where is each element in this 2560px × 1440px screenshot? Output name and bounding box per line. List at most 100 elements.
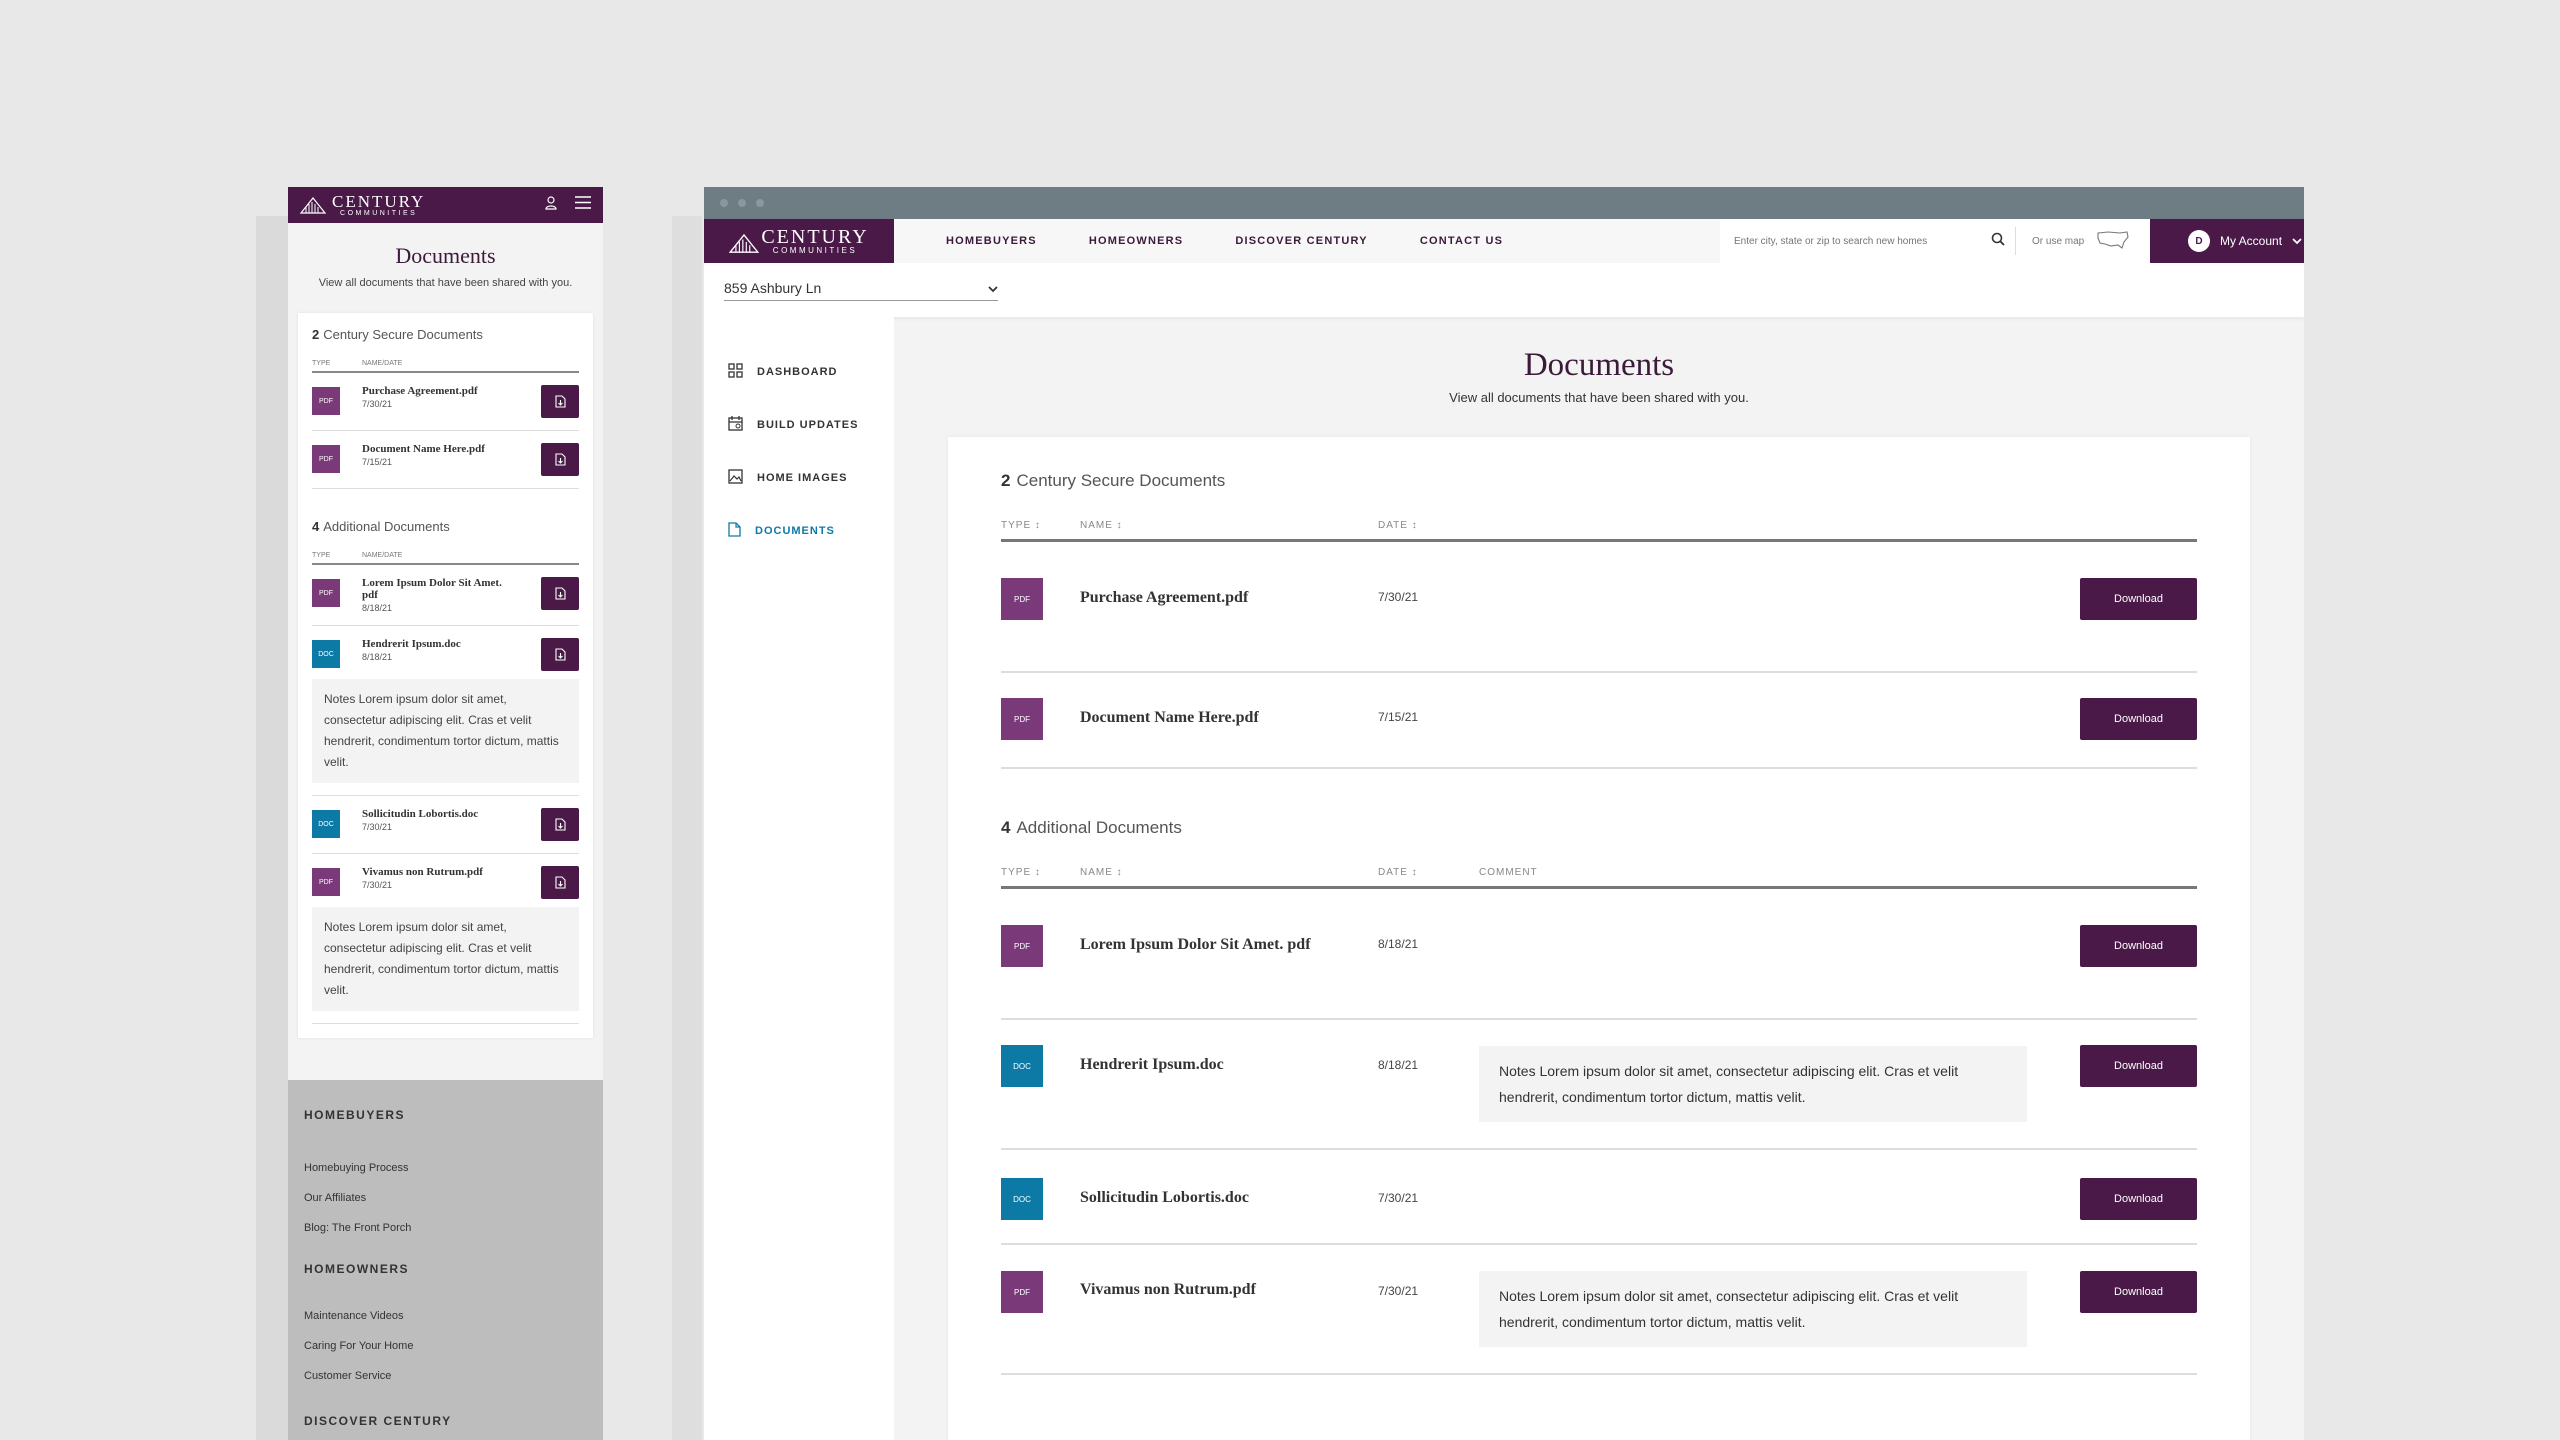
table-header: TYPE NAME/DATE [312,360,579,373]
main-nav-links: HOMEBUYERS HOMEOWNERS DISCOVER CENTURY C… [894,219,1720,263]
pdf-icon: PDF [1001,698,1043,740]
download-button[interactable] [541,808,579,842]
col-type[interactable]: TYPE ↕ [1001,867,1080,878]
document-name[interactable]: Sollicitudin Lobortis.doc [1080,1189,1378,1207]
document-date: 7/30/21 [362,399,393,410]
download-button[interactable] [541,443,579,476]
century-logo-icon [300,196,326,214]
sidebar-item-dashboard[interactable]: DASHBOARD [704,345,894,398]
download-button[interactable]: Download [2080,1178,2197,1220]
sidebar-item-label: DASHBOARD [757,365,838,378]
document-name[interactable]: Lorem Ipsum Dolor Sit Amet. pdf [1080,936,1378,954]
page-title: Documents [395,243,496,268]
logo-subtext: COMMUNITIES [772,246,858,255]
sidebar-item-home-images[interactable]: HOME IMAGES [704,451,894,504]
document-name[interactable]: Sollicitudin Lobortis.doc [362,808,502,820]
document-name[interactable]: Vivamus non Rutrum.pdf [362,866,502,878]
download-button[interactable] [541,638,579,672]
footer-heading-homebuyers: HOMEBUYERS [304,1108,406,1122]
footer-link[interactable]: Homebuying Process [304,1162,587,1174]
sidebar-item-build-updates[interactable]: BUILD UPDATES [704,398,894,451]
download-button[interactable]: Download [2080,578,2197,620]
col-name[interactable]: NAME ↕ [1080,520,1378,531]
footer-link[interactable]: Maintenance Videos [304,1310,587,1322]
mobile-header: CENTURY COMMUNITIES [288,187,603,223]
document-row: PDF Purchase Agreement.pdf 7/30/21 Downl… [1001,578,2197,673]
hamburger-menu-icon[interactable] [575,196,591,214]
document-date: 7/30/21 [1378,590,1419,604]
logo-subtext: COMMUNITIES [340,210,418,217]
sidebar-item-label: HOME IMAGES [757,471,848,484]
footer-link[interactable]: Caring For Your Home [304,1340,587,1352]
document-note: Notes Lorem ipsum dolor sit amet, consec… [312,907,579,1012]
us-map-icon [2096,229,2130,254]
document-name[interactable]: Hendrerit Ipsum.doc [362,638,502,650]
document-row: DOC Sollicitudin Lobortis.doc 7/30/21 [312,796,579,855]
century-logo[interactable]: CENTURY COMMUNITIES [704,219,894,263]
document-name[interactable]: Document Name Here.pdf [362,443,502,455]
document-name[interactable]: Document Name Here.pdf [1080,709,1378,727]
download-file-icon [554,453,566,466]
logo-wordmark: CENTURY [332,192,426,211]
col-date[interactable]: DATE ↕ [1378,520,1479,531]
address-select[interactable]: 859 Ashbury Ln [724,280,998,301]
documents-card: 2 Century Secure Documents TYPE NAME/DATE… [298,313,593,1039]
document-name[interactable]: Vivamus non Rutrum.pdf [1080,1281,1378,1299]
map-search[interactable]: Or use map [2015,227,2150,255]
nav-contact-us[interactable]: CONTACT US [1420,235,1503,247]
document-note: Notes Lorem ipsum dolor sit amet, consec… [312,679,579,784]
sidebar-item-documents[interactable]: DOCUMENTS [704,504,894,557]
download-button[interactable] [541,385,579,418]
document-row: PDF Purchase Agreement.pdf 7/30/21 [312,373,579,431]
century-logo-icon [729,232,760,253]
col-name[interactable]: NAME ↕ [1080,867,1378,878]
document-row: PDF Lorem Ipsum Dolor Sit Amet. pdf 8/18… [1001,925,2197,1020]
doc-icon: DOC [1001,1178,1043,1220]
document-row: DOC Hendrerit Ipsum.doc 8/18/21 Notes Lo… [1001,1020,2197,1150]
download-button[interactable]: Download [2080,925,2197,967]
col-date[interactable]: DATE ↕ [1378,867,1479,878]
sidebar-item-label: DOCUMENTS [755,524,835,537]
download-button[interactable]: Download [2080,1271,2197,1313]
download-file-icon [554,395,566,408]
calendar-icon [728,415,743,434]
document-name[interactable]: Lorem Ipsum Dolor Sit Amet. pdf [362,577,502,601]
pdf-icon: PDF [312,868,340,897]
col-type[interactable]: TYPE ↕ [1001,520,1080,531]
century-logo[interactable]: CENTURY COMMUNITIES [300,193,425,217]
footer-link[interactable]: Customer Service [304,1370,587,1382]
search-input[interactable] [1734,235,1991,247]
download-button[interactable]: Download [2080,698,2197,740]
document-name[interactable]: Purchase Agreement.pdf [362,385,502,397]
col-namedate: NAME/DATE [362,552,403,559]
table-header: TYPE NAME/DATE [312,552,579,565]
document-row: PDF Document Name Here.pdf 7/15/21 Downl… [1001,673,2197,769]
sidebar: DASHBOARD BUILD UPDATES HOME IMAGES DOCU… [704,317,894,1440]
footer-heading-homeowners: HOMEOWNERS [304,1262,409,1276]
search-icon[interactable] [1991,232,2005,251]
download-button[interactable]: Download [2080,1045,2197,1087]
additional-count: 4 [312,519,320,534]
nav-homebuyers[interactable]: HOMEBUYERS [946,235,1037,247]
additional-count: 4 [1001,818,1011,837]
doc-icon: DOC [312,640,340,669]
col-comment: COMMENT [1479,867,1538,878]
user-icon[interactable] [545,195,557,215]
document-date: 8/18/21 [362,652,393,663]
nav-homeowners[interactable]: HOMEOWNERS [1089,235,1184,247]
download-button[interactable] [541,577,579,610]
document-name[interactable]: Hendrerit Ipsum.doc [1080,1056,1378,1074]
top-nav: CENTURY COMMUNITIES HOMEBUYERS HOMEOWNER… [704,219,2304,263]
footer-heading-discover: DISCOVER CENTURY [304,1414,452,1428]
nav-discover-century[interactable]: DISCOVER CENTURY [1235,235,1367,247]
main-content: Documents View all documents that have b… [894,317,2304,1440]
document-row: DOC Hendrerit Ipsum.doc 8/18/21 [312,626,579,679]
window-dot [756,199,764,207]
footer-link[interactable]: Blog: The Front Porch [304,1222,587,1234]
download-button[interactable] [541,866,579,900]
document-name[interactable]: Purchase Agreement.pdf [1080,589,1378,607]
desktop-mockup: CENTURY COMMUNITIES HOMEBUYERS HOMEOWNER… [704,187,2304,1440]
col-namedate: NAME/DATE [362,360,403,367]
account-menu[interactable]: D My Account [2150,219,2304,263]
footer-link[interactable]: Our Affiliates [304,1192,587,1204]
